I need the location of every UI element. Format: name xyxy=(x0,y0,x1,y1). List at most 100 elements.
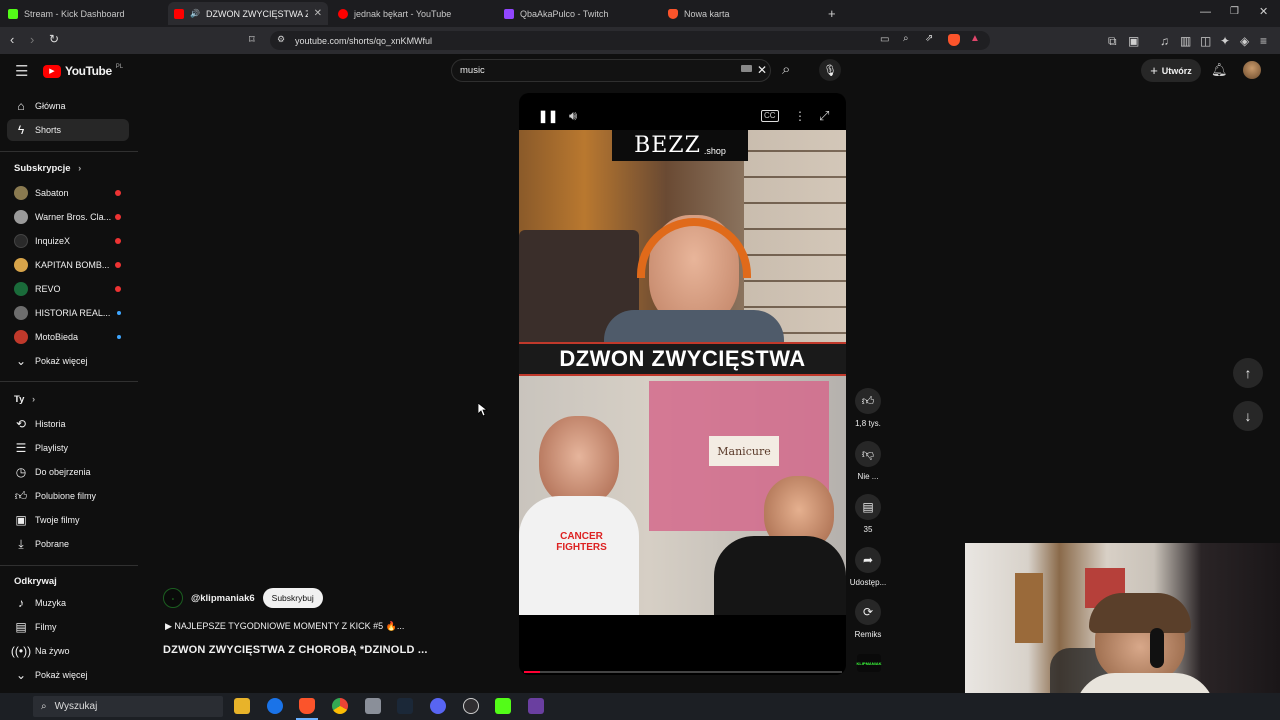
discord-icon[interactable] xyxy=(430,698,446,714)
clear-search-icon[interactable]: ✕ xyxy=(757,63,767,77)
tab-youtube[interactable]: jednak bękart - YouTube xyxy=(332,2,492,25)
sidebar-item-subscription[interactable]: HISTORIA REAL... xyxy=(7,302,129,324)
app-icon[interactable] xyxy=(365,698,381,714)
you-header[interactable]: Ty › xyxy=(14,394,35,405)
playlist-link[interactable]: ▶ NAJLEPSZE TYGODNIOWE MOMENTY Z KICK #5… xyxy=(165,621,404,632)
channel-handle[interactable]: @klipmaniak6 xyxy=(191,593,255,604)
obs-icon[interactable] xyxy=(463,698,479,714)
close-tab-icon[interactable]: ✕ xyxy=(314,8,322,19)
like-button[interactable]: 👍︎ xyxy=(855,388,881,414)
app-icon[interactable] xyxy=(528,698,544,714)
create-button[interactable]: + Utwórz xyxy=(1141,59,1201,82)
minimize-icon[interactable]: — xyxy=(1200,7,1211,18)
close-window-icon[interactable]: ✕ xyxy=(1259,7,1268,18)
sidebar-item-subscription[interactable]: REVO xyxy=(7,278,129,300)
channel-name: REVO xyxy=(35,284,61,294)
sidebar-item-label: Polubione filmy xyxy=(35,491,97,501)
sidebar-item-subscription[interactable]: InquizeX xyxy=(7,230,129,252)
share-icon[interactable]: ⇗ xyxy=(925,34,933,44)
remix-button[interactable]: ⟳ xyxy=(855,599,881,625)
subscriptions-header[interactable]: Subskrypcje › xyxy=(14,163,81,174)
progress-track[interactable] xyxy=(524,671,842,673)
extensions-icon[interactable]: ⧉ xyxy=(1108,35,1117,47)
menu-icon[interactable]: ≡ xyxy=(1260,35,1267,47)
comments-button[interactable]: ▤ xyxy=(855,494,881,520)
brave-rewards-icon[interactable]: ▲ xyxy=(970,34,980,44)
edge-icon[interactable] xyxy=(267,698,283,714)
sidebar-item-watch-later[interactable]: ◷ Do obejrzenia xyxy=(7,461,129,483)
sidebar-item-liked[interactable]: 👍︎ Polubione filmy xyxy=(7,485,129,507)
sidebar-show-more[interactable]: ⌄ Pokaż więcej xyxy=(7,350,129,372)
reading-list-icon[interactable]: ▥ xyxy=(1180,35,1191,47)
chrome-icon[interactable] xyxy=(332,698,348,714)
search-icon[interactable]: ⌕ xyxy=(782,62,790,77)
bookmark-icon[interactable]: ⌑ xyxy=(249,35,255,46)
like-icon: 👍︎ xyxy=(14,488,28,503)
voice-search-icon[interactable]: 🎙 xyxy=(819,59,841,81)
reload-icon[interactable]: ↻ xyxy=(49,32,59,46)
cast-icon[interactable]: ▭ xyxy=(880,35,889,45)
sidebar-item-shorts[interactable]: ϟ Shorts xyxy=(7,119,129,141)
media-icon[interactable]: ♫ xyxy=(1160,35,1169,47)
tab-current-short[interactable]: 🔊 DZWON ZWYCIĘSTWA Z CHO ✕ xyxy=(168,2,328,25)
previous-short-button[interactable]: ↑ xyxy=(1233,358,1263,388)
dislike-button[interactable]: 👎︎ xyxy=(855,441,881,467)
brave-icon[interactable] xyxy=(299,698,315,714)
fullscreen-icon[interactable]: ⤢ xyxy=(819,109,829,122)
sidebar-item-movies[interactable]: ▤ Filmy xyxy=(7,616,129,638)
forward-icon[interactable]: › xyxy=(30,32,34,47)
restore-icon[interactable]: ❐ xyxy=(1230,7,1239,17)
sidebar-item-music[interactable]: ♪ Muzyka xyxy=(7,592,129,614)
sidebar-item-subscription[interactable]: Warner Bros. Cla... xyxy=(7,206,129,228)
new-tab-icon[interactable]: + xyxy=(828,7,836,20)
vpn-icon[interactable]: ◈ xyxy=(1240,35,1249,47)
subscribe-button[interactable]: Subskrybuj xyxy=(262,588,323,608)
tab-kick-dashboard[interactable]: Stream - Kick Dashboard xyxy=(2,2,166,25)
share-button[interactable]: ➦ xyxy=(855,547,881,573)
share-label: Udostęp... xyxy=(849,578,887,587)
sidebar-item-history[interactable]: ⟲ Historia xyxy=(7,413,129,435)
address-field[interactable]: ⚙ youtube.com/shorts/qo_xnKMWful ▭ ⌕ ⇗ ▲ xyxy=(270,31,990,50)
steam-icon[interactable] xyxy=(397,698,413,714)
kick-icon[interactable] xyxy=(495,698,511,714)
account-avatar[interactable] xyxy=(1243,61,1261,79)
live-indicator-icon xyxy=(115,190,121,196)
back-icon[interactable]: ‹ xyxy=(10,32,14,47)
channel-avatar[interactable]: • xyxy=(163,588,183,608)
tab-twitch[interactable]: QbaAkaPulco - Twitch xyxy=(498,2,658,25)
sidebar-panel-icon[interactable]: ▣ xyxy=(1128,35,1139,47)
search-input[interactable]: music ✕ xyxy=(451,59,771,82)
explore-header: Odkrywaj xyxy=(14,576,57,587)
tab-title: DZWON ZWYCIĘSTWA Z CHO xyxy=(205,8,308,19)
taskbar-search-field[interactable]: ⌕ Wyszukaj xyxy=(33,696,223,717)
sidebar-item-home[interactable]: ⌂ Główna xyxy=(7,95,129,117)
shorts-player[interactable]: ❚❚ 🔊︎ CC ⋮ ⤢ BEZZ .shop DZWON ZWYCIĘSTWA… xyxy=(519,93,846,675)
sidebar-item-subscription[interactable]: MotoBieda xyxy=(7,326,129,348)
volume-icon[interactable]: 🔊︎ xyxy=(569,109,577,122)
next-short-button[interactable]: ↓ xyxy=(1233,401,1263,431)
keyboard-icon[interactable] xyxy=(741,65,752,72)
progress-fill xyxy=(524,671,540,673)
file-explorer-icon[interactable] xyxy=(234,698,250,714)
zoom-icon[interactable]: ⌕ xyxy=(903,34,909,44)
sidebar-item-subscription[interactable]: Sabaton xyxy=(7,182,129,204)
sidebar-item-subscription[interactable]: KAPITAN BOMB... xyxy=(7,254,129,276)
leo-ai-icon[interactable]: ✦ xyxy=(1220,35,1230,47)
sidebar-show-more-explore[interactable]: ⌄ Pokaż więcej xyxy=(7,664,129,686)
sidebar-item-your-videos[interactable]: ▣ Twoje filmy xyxy=(7,509,129,531)
start-menu-icon[interactable] xyxy=(8,699,22,713)
sidebar-item-playlists[interactable]: ☰ Playlisty xyxy=(7,437,129,459)
tab-new-tab[interactable]: Nowa karta xyxy=(662,2,822,25)
wallet-icon[interactable]: ◫ xyxy=(1200,35,1211,47)
site-info-icon[interactable]: ⚙ xyxy=(277,35,285,44)
brave-shields-icon[interactable] xyxy=(948,34,960,46)
sidebar-item-live[interactable]: ((•)) Na żywo xyxy=(7,640,129,662)
pause-icon[interactable]: ❚❚ xyxy=(538,110,558,122)
more-options-icon[interactable]: ⋮ xyxy=(794,110,806,122)
channel-thumbnail[interactable]: KLIPMANIAK xyxy=(856,654,882,672)
notifications-icon[interactable]: 🔔︎ xyxy=(1211,63,1228,76)
sidebar-item-downloads[interactable]: ⤓ Pobrane xyxy=(7,533,129,555)
captions-icon[interactable]: CC xyxy=(761,110,779,122)
thumbs-down-icon: 👎︎ xyxy=(861,446,875,461)
channel-avatar xyxy=(14,330,28,344)
